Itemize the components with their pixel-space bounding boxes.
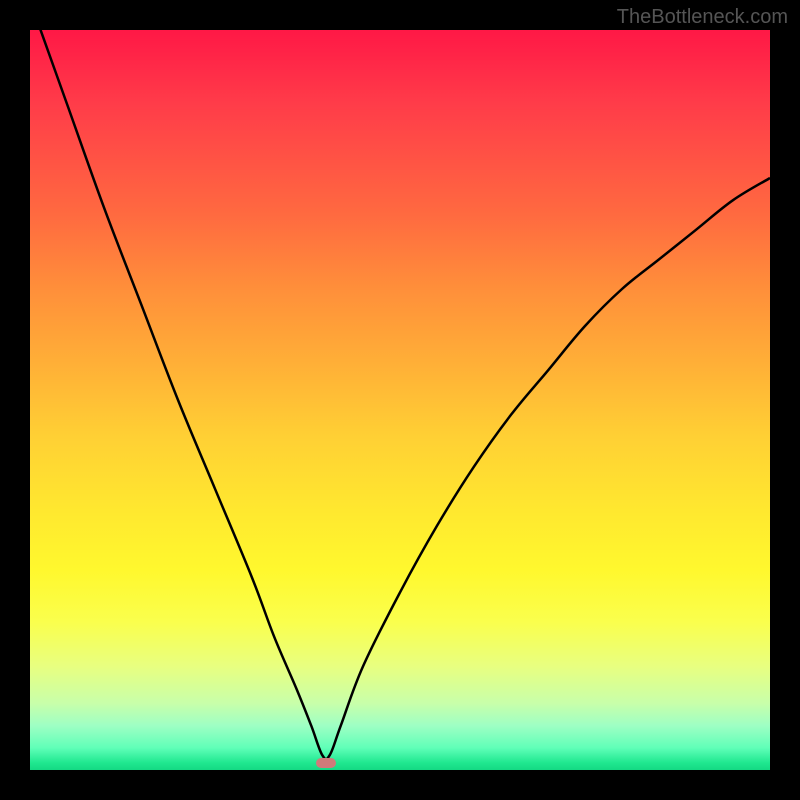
watermark-text: TheBottleneck.com — [617, 6, 788, 29]
minimum-marker — [316, 758, 336, 768]
bottleneck-curve — [30, 30, 770, 770]
chart-container — [30, 30, 770, 770]
